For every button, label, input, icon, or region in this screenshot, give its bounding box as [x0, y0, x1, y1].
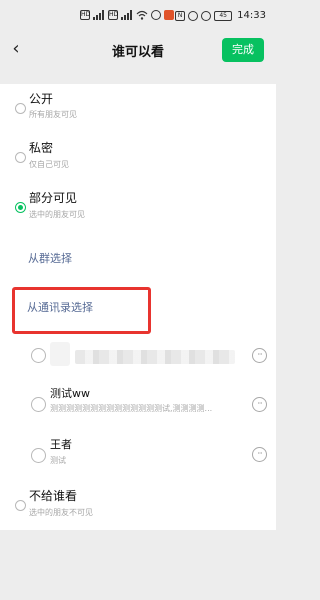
option-private-title: 私密 [29, 141, 54, 155]
radio-exclude[interactable] [15, 500, 26, 511]
option-exclude-title: 不给谁看 [29, 489, 78, 503]
option-partial-title: 部分可见 [29, 191, 78, 205]
app-notification-icon [164, 10, 174, 20]
option-partial-desc: 选中的朋友可见 [29, 210, 85, 219]
radio-partial[interactable] [15, 202, 26, 213]
more-options-icon[interactable]: ··· [252, 397, 267, 412]
nav-bar: ‹ 谁可以看 完成 [0, 34, 276, 66]
select-from-group-link[interactable]: 从群选择 [28, 250, 72, 266]
option-public-desc: 所有朋友可见 [29, 110, 77, 119]
member-radio[interactable] [31, 348, 46, 363]
app-notification-icon [151, 10, 161, 20]
status-bar-left: HD HD [80, 10, 174, 20]
wifi-icon [136, 10, 148, 20]
member-name: 王者 [50, 438, 72, 451]
option-exclude-desc: 选中的朋友不可见 [29, 508, 93, 517]
hd-icon: HD [108, 10, 119, 20]
member-desc: 测测测测测测测测测测测测测测试,测测测测... [50, 404, 213, 413]
radio-private[interactable] [15, 152, 26, 163]
status-time: 14:33 [237, 10, 266, 21]
radio-public[interactable] [15, 103, 26, 114]
avatar [50, 342, 70, 366]
more-options-icon[interactable]: ··· [252, 447, 267, 462]
done-button[interactable]: 完成 [222, 38, 264, 62]
status-bar: HD HD N 45 14:33 [0, 0, 276, 34]
member-radio[interactable] [31, 397, 46, 412]
alarm-icon [201, 10, 212, 21]
option-private-desc: 仅自己可见 [29, 160, 69, 169]
status-bar-right: N 45 14:33 [175, 10, 266, 21]
signal-bars-icon [121, 10, 132, 20]
battery-icon: 45 [214, 10, 233, 21]
highlight-annotation-box [12, 287, 151, 334]
option-public-title: 公开 [29, 92, 54, 106]
back-arrow-icon[interactable]: ‹ [8, 38, 24, 60]
blurred-member-name [75, 350, 235, 364]
signal-bars-icon [93, 10, 104, 20]
vibrate-icon [188, 10, 199, 21]
more-options-icon[interactable]: ··· [252, 348, 267, 363]
nfc-icon: N [175, 10, 186, 21]
member-desc: 测试 [50, 456, 66, 465]
member-name: 测试ww [50, 387, 90, 400]
hd-icon: HD [80, 10, 91, 20]
member-radio[interactable] [31, 448, 46, 463]
